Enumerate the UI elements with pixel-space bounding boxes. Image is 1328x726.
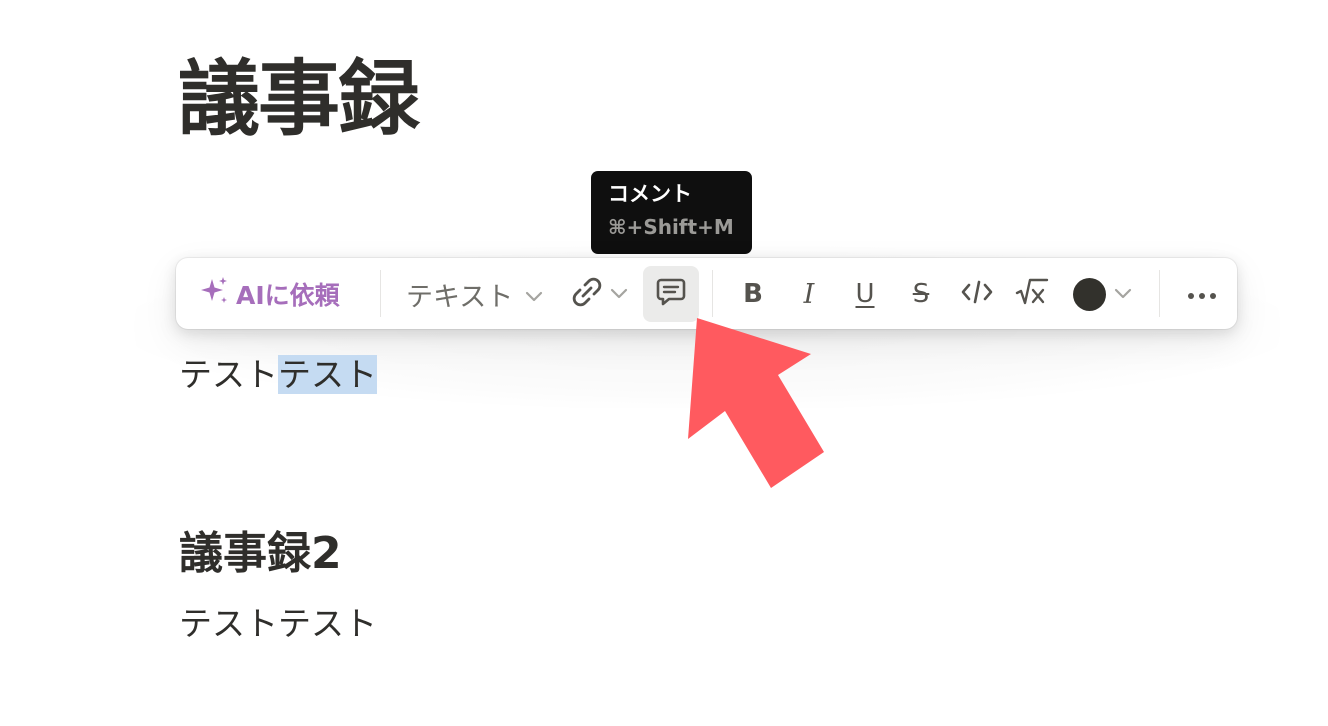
comment-icon [654, 275, 688, 313]
tooltip-title: コメント [608, 182, 692, 206]
color-swatch [1073, 277, 1106, 311]
text-color-dropdown[interactable] [1073, 272, 1132, 316]
ask-ai-button[interactable]: AIに依頼 [198, 272, 340, 316]
toolbar-divider [712, 270, 713, 317]
more-icon [1187, 285, 1217, 304]
heading-2[interactable]: 議事録2 [179, 526, 342, 582]
toolbar-divider [1159, 270, 1160, 317]
equation-button[interactable] [1008, 270, 1056, 318]
strikethrough-button[interactable]: S [897, 270, 945, 318]
chevron-down-icon [525, 279, 543, 310]
chevron-down-icon [1114, 285, 1132, 304]
bold-button[interactable]: B [729, 270, 777, 318]
text-block[interactable]: テストテスト [179, 351, 377, 399]
pointer-arrow-icon [688, 318, 824, 488]
text-selection: テスト [278, 355, 377, 394]
chevron-down-icon [610, 285, 628, 304]
comment-button[interactable] [643, 266, 699, 322]
toolbar-divider [380, 270, 381, 317]
text-plain: テスト [179, 355, 278, 394]
text-type-dropdown[interactable]: テキスト [406, 272, 543, 316]
page-title: 議事録 [178, 52, 420, 147]
link-button[interactable] [570, 272, 628, 316]
equation-icon [1015, 277, 1049, 311]
text-block[interactable]: テストテスト [179, 602, 377, 646]
sparkle-icon [198, 275, 230, 313]
code-icon [960, 279, 994, 309]
more-options-button[interactable] [1178, 270, 1226, 318]
ask-ai-label: AIに依頼 [236, 281, 340, 310]
text-type-label: テキスト [406, 281, 514, 313]
link-icon [570, 275, 604, 313]
tooltip-shortcut: ⌘+Shift+M [608, 215, 734, 239]
comment-tooltip: コメント ⌘+Shift+M [591, 171, 752, 254]
italic-button[interactable]: I [785, 270, 833, 318]
underline-button[interactable]: U [841, 270, 889, 318]
code-button[interactable] [953, 270, 1001, 318]
